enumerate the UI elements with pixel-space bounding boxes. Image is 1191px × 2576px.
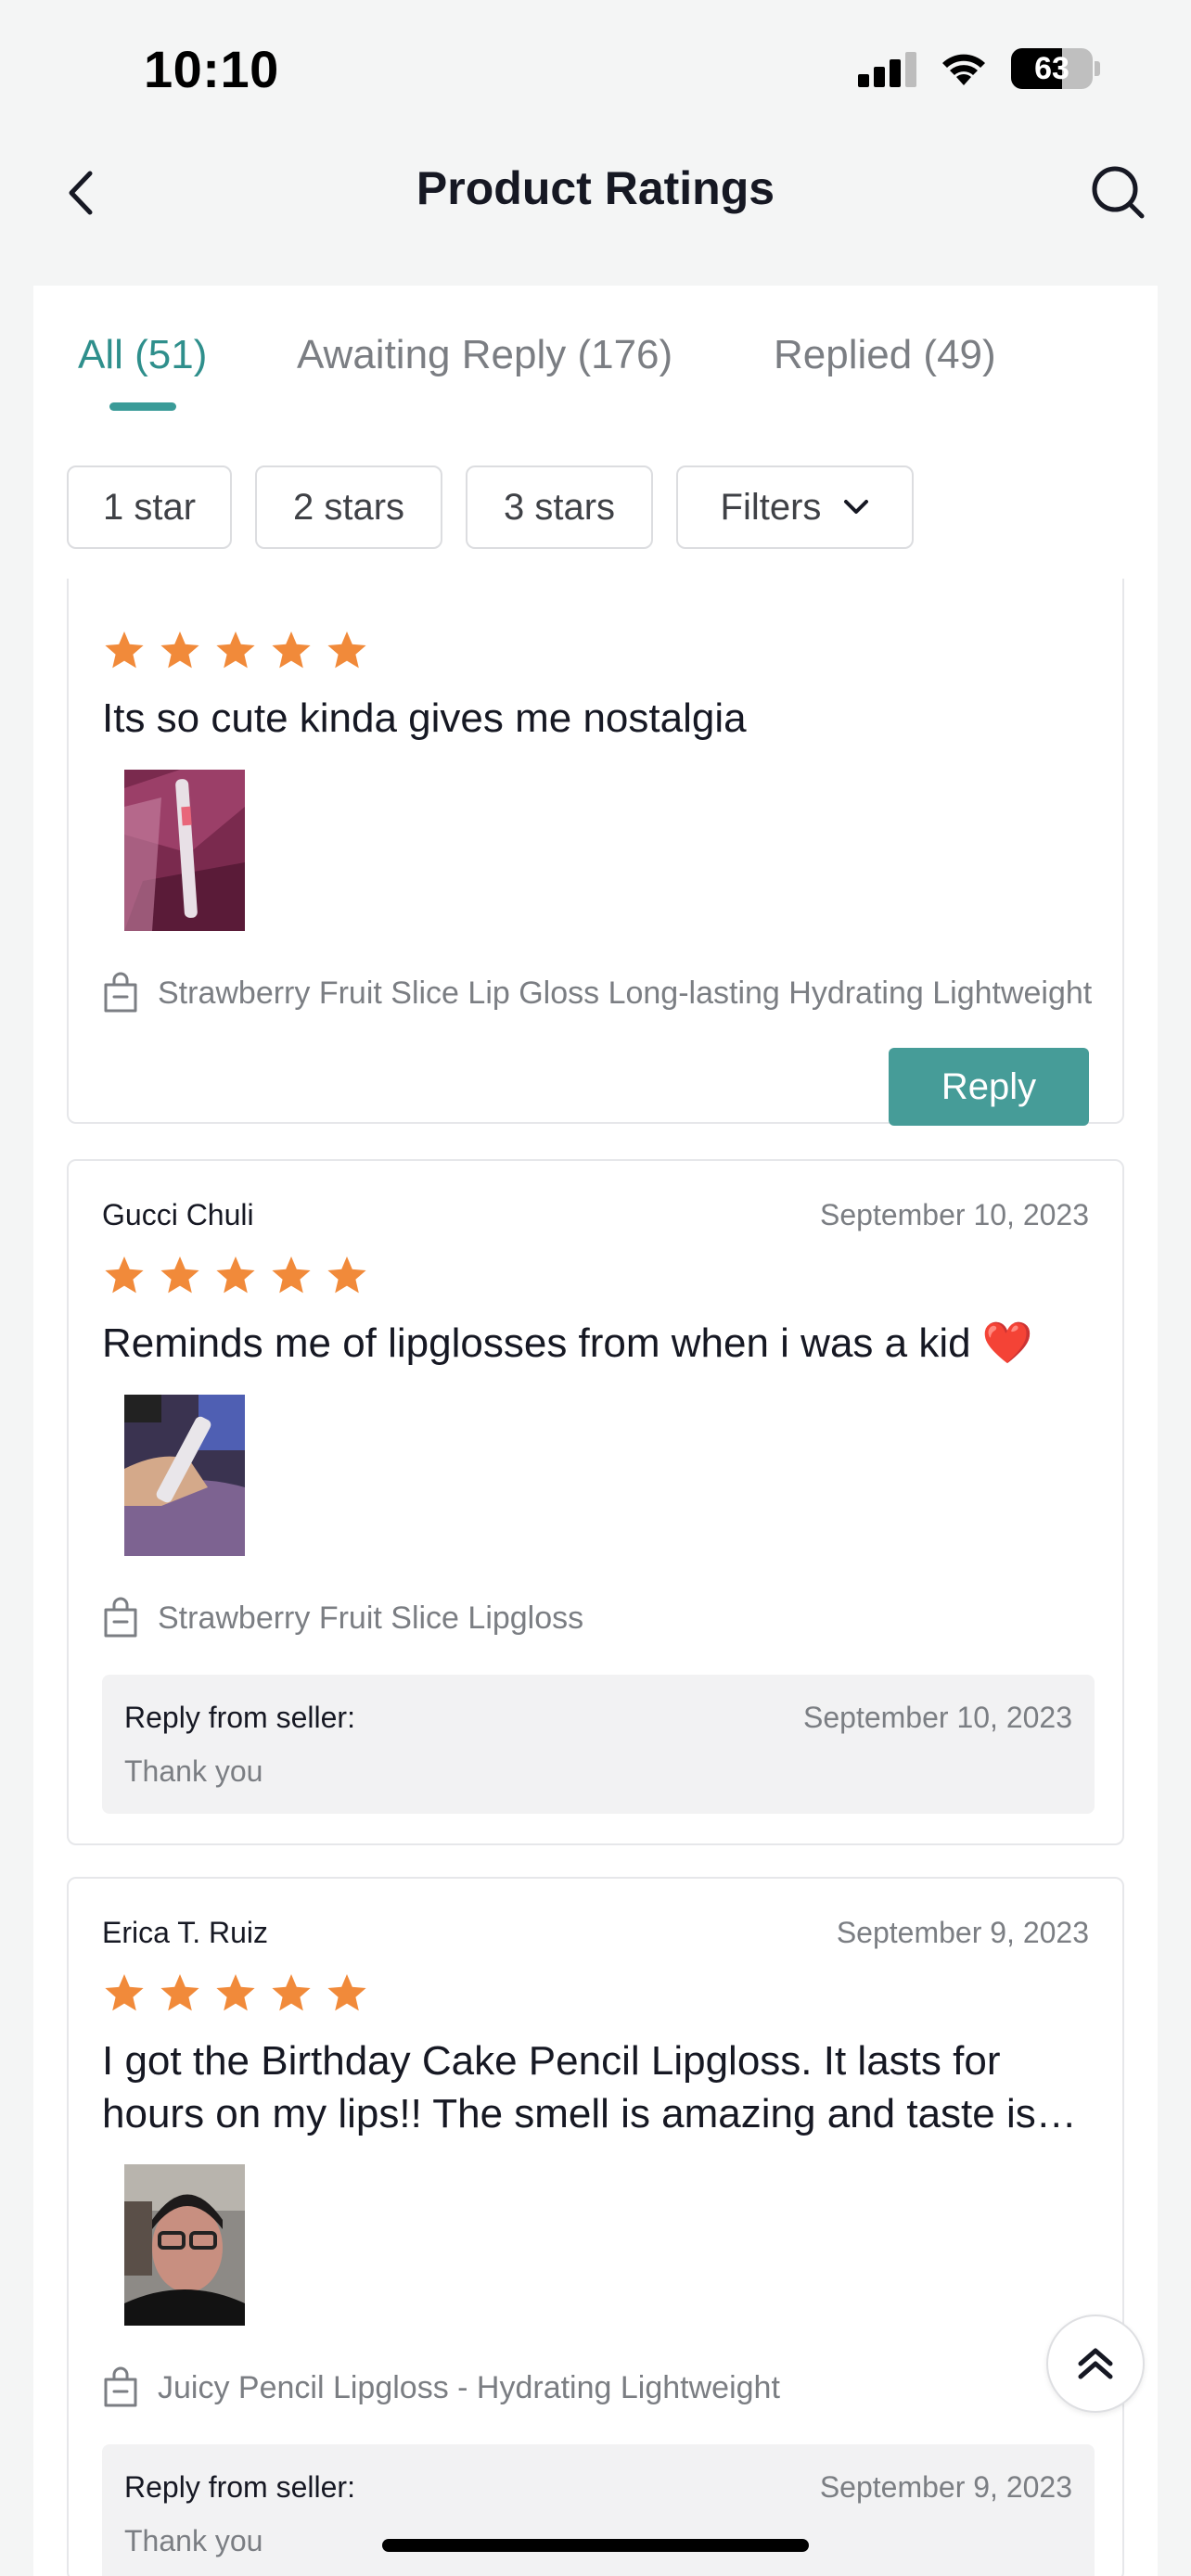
seller-reply-label: Reply from seller: [124,2470,355,2504]
filter-1-star[interactable]: 1 star [67,465,232,549]
seller-reply-message: Thank you [124,1754,263,1788]
page-title: Product Ratings [416,162,775,214]
star-icon [272,1974,311,2011]
search-button[interactable] [1087,161,1150,224]
reply-button[interactable]: Reply [889,1048,1089,1126]
wifi-icon [942,54,985,85]
star-rating [102,1971,369,2016]
cellular-signal-icon [858,50,916,87]
chevron-down-icon [843,499,869,516]
star-icon [105,1974,144,2011]
star-icon [160,1974,199,2011]
review-date: September 9, 2023 [836,1916,1089,1949]
filter-3-stars[interactable]: 3 stars [466,465,653,549]
filters-label: Filters [720,486,822,528]
active-tab-indicator [109,402,176,411]
home-indicator[interactable] [382,2539,809,2552]
reviewer-name: Gucci Chuli [102,1198,254,1231]
star-rating [102,1254,369,1298]
review-photo[interactable] [124,770,245,931]
review-card: Erica T. Ruiz September 9, 2023 I got th… [67,1877,1124,2576]
seller-reply: Reply from seller: September 10, 2023 Th… [102,1675,1095,1814]
product-name: Strawberry Fruit Slice Lipgloss [158,1600,584,1636]
star-icon [160,631,199,669]
ratings-panel: All (51) Awaiting Reply (176) Replied (4… [33,286,1158,2576]
star-icon [327,631,366,669]
review-card: Gucci Chuli September 10, 2023 Reminds m… [67,1159,1124,1845]
star-icon [216,1974,255,2011]
nav-bar: Product Ratings [0,139,1191,247]
seller-reply: Reply from seller: September 9, 2023 Tha… [102,2444,1095,2576]
star-icon [327,1974,366,2011]
review-photo[interactable] [124,1395,245,1556]
seller-reply-date: September 10, 2023 [803,1701,1072,1734]
shopping-bag-icon [104,972,137,1013]
star-icon [272,1256,311,1294]
star-rating [102,629,369,673]
star-icon [105,1256,144,1294]
product-name: Strawberry Fruit Slice Lip Gloss Long-la… [158,975,1093,1011]
star-icon [216,631,255,669]
filter-2-stars[interactable]: 2 stars [255,465,442,549]
star-icon [216,1256,255,1294]
tab-awaiting-reply[interactable]: Awaiting Reply (176) [297,332,672,378]
battery-icon: 63 [1011,48,1093,89]
shopping-bag-icon [104,2366,137,2407]
star-icon [160,1256,199,1294]
tab-all[interactable]: All (51) [78,332,207,378]
shopping-bag-icon [104,1597,137,1638]
star-icon [105,631,144,669]
scroll-to-top-button[interactable] [1046,2315,1145,2413]
status-bar: 10:10 63 [0,0,1191,139]
product-info: Juicy Pencil Lipgloss - Hydrating Lightw… [102,2366,1095,2409]
filter-chips: 1 star 2 stars 3 stars Filters [67,465,914,549]
filters-dropdown[interactable]: Filters [676,465,914,549]
product-info: Strawberry Fruit Slice Lip Gloss Long-la… [102,972,1095,1014]
star-icon [272,631,311,669]
review-date: September 10, 2023 [820,1198,1089,1231]
star-icon [327,1256,366,1294]
search-icon [1092,166,1145,219]
review-photo[interactable] [124,2164,245,2326]
tab-replied[interactable]: Replied (49) [774,332,996,378]
product-info: Strawberry Fruit Slice Lipgloss [102,1597,1095,1639]
review-text: Reminds me of lipglosses from when i was… [102,1320,1033,1366]
reviewer-name: Erica T. Ruiz [102,1916,269,1949]
rating-tabs: All (51) Awaiting Reply (176) Replied (4… [33,286,1158,425]
double-chevron-up-icon [1078,2348,1113,2379]
status-time: 10:10 [144,40,279,98]
review-text: Its so cute kinda gives me nostalgia [102,695,747,741]
battery-percent: 63 [1034,50,1069,86]
seller-reply-message: Thank you [124,2524,263,2557]
seller-reply-label: Reply from seller: [124,1701,355,1734]
review-text: I got the Birthday Cake Pencil Lipgloss.… [102,2038,1036,2136]
review-card: Its so cute kinda gives me nostalgia Str… [67,579,1124,1126]
seller-reply-date: September 9, 2023 [819,2470,1072,2504]
review-list: Its so cute kinda gives me nostalgia Str… [33,579,1158,2576]
product-name: Juicy Pencil Lipgloss - Hydrating Lightw… [158,2369,780,2405]
status-icons: 63 [858,48,1100,89]
